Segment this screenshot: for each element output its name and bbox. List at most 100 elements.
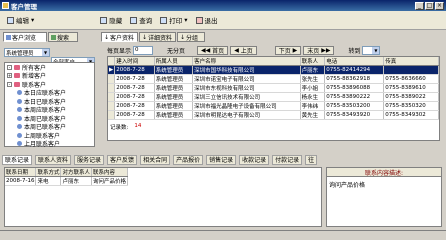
maximize-button[interactable]: □ (425, 1, 434, 10)
tab-detail-info[interactable]: ↓ 详细资料 (139, 32, 176, 42)
table-cell (383, 65, 439, 75)
bottom-tab[interactable]: 收款记录 (239, 154, 270, 165)
browse-icon (6, 34, 11, 40)
bottom-tab[interactable]: 联系人资料 (35, 154, 72, 165)
column-header[interactable]: 对方联系人 (60, 168, 92, 177)
table-cell: 系统管理员 (154, 83, 194, 93)
contact-icon (17, 98, 22, 104)
tree-node[interactable]: 本周已联系客户 (5, 123, 94, 131)
last-page-button[interactable]: 末页 ▶▶ (303, 45, 335, 55)
table-cell: 0755-8350320 (383, 101, 439, 111)
app-icon (2, 2, 9, 9)
pagination-bar: 每页显示 0 无分页 ◀◀ 首页 ◀ 上页 下页 ▶ 末页 ▶▶ 转到 ▼ (107, 45, 381, 55)
bottom-tab[interactable]: 联系记录 (2, 154, 33, 165)
column-header[interactable]: 联系日期 (5, 168, 37, 177)
table-cell: 深圳市国华科技有限公司 (192, 65, 301, 75)
tree-node[interactable]: 上月联系客户 (5, 140, 94, 148)
exit-icon (195, 16, 203, 24)
per-page-input[interactable]: 0 (133, 45, 154, 55)
exit-button[interactable]: 退出 (192, 13, 222, 27)
customer-grid: 建入时间 所属人员 客户名称 联系人 电话 传真 ▶ 2008-7-28 系统管理员 深圳市国华… (107, 56, 440, 141)
table-cell: 0755-83896088 (324, 83, 385, 93)
table-cell: 李小姐 (300, 83, 326, 93)
tree-node[interactable]: + 新增客户 (5, 72, 94, 80)
tab-marker-icon: ↓ (180, 33, 186, 41)
row-indicator-header (108, 57, 116, 66)
table-cell: 卢丽东 (300, 65, 326, 75)
bottom-tab[interactable]: 相关合同 (140, 154, 171, 165)
table-row[interactable]: ▶ 2008-7-28 系统管理员 深圳市国华科技有限公司 卢丽东 0755-824142… (108, 65, 439, 75)
column-header[interactable]: 电话 (324, 57, 385, 66)
table-cell: 来电 (35, 176, 62, 186)
query-button[interactable]: 查询 (126, 13, 156, 27)
table-row[interactable]: 2008-7-28 系统管理员 深圳三立信讯技术有限公司 杨永生 0755-838902… (108, 92, 439, 102)
goto-select[interactable]: ▼ (362, 45, 381, 55)
table-cell: 2008-7-28 (114, 92, 155, 102)
table-cell: 系统管理员 (154, 92, 194, 102)
table-cell: 深圳市明昆达电子有限公司 (192, 110, 301, 120)
expand-icon[interactable]: + (7, 73, 12, 79)
tab-customer-browse[interactable]: 客户浏览 (3, 32, 47, 42)
table-cell: 深圳市东视科技有限公司 (192, 83, 301, 93)
table-row[interactable]: 2008-7-28 系统管理员 深圳市福光晶隆电子设备有限公司 李伟纬 0755-835… (108, 101, 439, 111)
contact-record-grid: 联系日期 联系方式 对方联系人 联系内容 2008-7-16 来电 卢丽东 询问产品价格 (4, 167, 322, 227)
chevron-down-icon: ▾ (31, 16, 35, 24)
tab-search[interactable]: 搜索 (48, 32, 78, 42)
bottom-tab-label: 相关合同 (143, 157, 168, 164)
edit-menu[interactable]: 编辑 ▾ (3, 13, 38, 27)
contact-description-text: 询问产品价格 (329, 182, 366, 189)
bottom-tab[interactable]: 客户反馈 (107, 154, 138, 165)
table-cell: 2008-7-16 (5, 176, 37, 186)
contact-description-panel: 联系内容描述: 询问产品价格 (326, 167, 442, 227)
close-button[interactable]: × (435, 1, 444, 10)
tab-customer-info[interactable]: ↓ 客户资料 (101, 32, 138, 42)
bottom-tab[interactable]: 付款记录 (272, 154, 303, 165)
column-header[interactable]: 联系内容 (91, 168, 129, 177)
bottom-tab[interactable]: 往 (305, 154, 318, 165)
edit-icon (7, 16, 14, 24)
column-header[interactable]: 联系人 (300, 57, 326, 66)
table-row[interactable]: 2008-7-28 系统管理员 深圳市东视科技有限公司 李小姐 0755-8389608… (108, 83, 439, 93)
record-count-value: 14 (134, 123, 142, 129)
contact-description-title: 联系内容描述: (327, 168, 441, 177)
column-header[interactable]: 建入时间 (114, 57, 155, 66)
collapse-icon[interactable]: - (7, 81, 12, 87)
table-cell: 深圳市福光晶隆电子设备有限公司 (192, 101, 301, 111)
table-cell: 张先生 (300, 74, 326, 84)
toolbar: 编辑 ▾ 隐藏 查询 打印 ▾ 退出 (0, 11, 446, 30)
tab-group[interactable]: ↓ 分组 (177, 32, 205, 42)
contact-icon (17, 141, 22, 147)
print-menu[interactable]: 打印 ▾ (156, 13, 191, 27)
column-header[interactable]: 联系方式 (35, 168, 62, 177)
tree-node[interactable]: 本周应联系客户 (5, 106, 94, 114)
collapse-icon[interactable]: - (7, 64, 12, 70)
tree-node[interactable]: - 联系客户 (5, 80, 94, 89)
next-page-button[interactable]: 下页 ▶ (274, 45, 302, 55)
bottom-tab[interactable]: 产品报价 (173, 154, 204, 165)
table-cell: 卢丽东 (60, 176, 92, 186)
table-row[interactable]: 2008-7-28 系统管理员 深圳市明昆达电子有限公司 黄先生 0755-834939… (108, 110, 439, 120)
tree-node[interactable]: - 所有客户 (5, 63, 94, 72)
column-header[interactable]: 传真 (383, 57, 439, 66)
prev-page-button[interactable]: ◀ 上页 (230, 45, 257, 55)
contact-icon (17, 132, 22, 138)
contact-icon (17, 115, 22, 121)
tree-node[interactable]: 本日已联系客户 (5, 97, 94, 106)
first-page-button[interactable]: ◀◀ 首页 (197, 45, 229, 55)
bottom-tab[interactable]: 服务记录 (74, 154, 105, 165)
tree-node[interactable]: 本日应联系客户 (5, 89, 94, 97)
hide-button[interactable]: 隐藏 (96, 13, 126, 27)
contact-icon (17, 90, 22, 96)
tree-node[interactable]: 上周联系客户 (5, 131, 94, 140)
last-icon: ▶▶ (319, 46, 331, 54)
column-header[interactable]: 客户名称 (192, 57, 301, 66)
table-cell: 李伟纬 (300, 101, 326, 111)
tree-node[interactable]: 本周已联系客户 (5, 114, 94, 123)
row-indicator (108, 101, 116, 111)
table-row[interactable]: 2008-7-28 系统管理员 深圳市诺宝电子有限公司 张先生 0755-8836291… (108, 74, 439, 84)
column-header[interactable]: 所属人员 (154, 57, 194, 66)
bottom-tab[interactable]: 销售记录 (206, 154, 237, 165)
owner-filter-select[interactable]: 系统管理员 ▼ (4, 48, 50, 57)
table-row[interactable]: 2008-7-16 来电 卢丽东 询问产品价格 (5, 176, 129, 186)
minimize-button[interactable]: _ (415, 1, 424, 10)
